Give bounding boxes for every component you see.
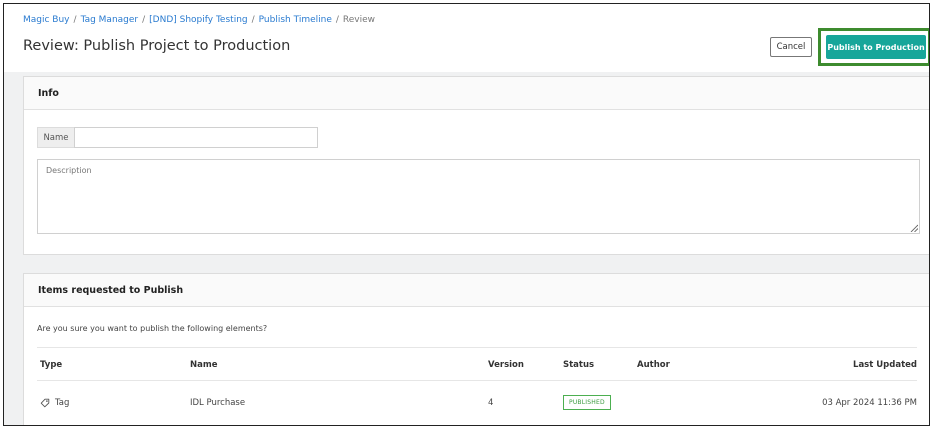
item-last-updated: 03 Apr 2024 11:36 PM [822, 398, 917, 408]
breadcrumb-magic-buy[interactable]: Magic Buy [23, 15, 70, 25]
type-label: Tag [55, 398, 70, 408]
breadcrumb-separator: / [251, 15, 255, 25]
description-textarea[interactable] [37, 159, 920, 234]
breadcrumb-project[interactable]: [DND] Shopify Testing [149, 15, 247, 25]
column-header-type: Type [40, 360, 63, 370]
item-name: IDL Purchase [190, 398, 246, 408]
resize-handle-icon[interactable] [910, 224, 918, 232]
main-content: Info Name Items requested to Publish Are… [4, 72, 929, 425]
column-header-version: Version [488, 360, 524, 370]
page-title: Review: Publish Project to Production [23, 38, 291, 54]
items-panel: Items requested to Publish Are you sure … [23, 273, 929, 425]
status-badge: PUBLISHED [563, 395, 611, 410]
column-header-last-updated: Last Updated [853, 360, 917, 370]
cancel-button[interactable]: Cancel [770, 37, 812, 57]
column-header-author: Author [637, 360, 670, 370]
page-header: Magic Buy / Tag Manager / [DND] Shopify Test… [4, 4, 929, 72]
breadcrumb-current: Review [342, 15, 376, 25]
publish-to-production-button[interactable]: Publish to Production [826, 35, 926, 59]
breadcrumb: Magic Buy / Tag Manager / [DND] Shopify Test… [23, 15, 375, 25]
breadcrumb-separator: / [335, 15, 339, 25]
table-header: Type Name Version Status Author Last Upd… [37, 347, 917, 381]
tag-icon [40, 398, 50, 408]
items-heading: Items requested to Publish [24, 274, 929, 307]
name-field-group: Name [37, 127, 318, 148]
breadcrumb-tag-manager[interactable]: Tag Manager [81, 15, 139, 25]
breadcrumb-separator: / [73, 15, 77, 25]
column-header-name: Name [190, 360, 218, 370]
breadcrumb-separator: / [142, 15, 146, 25]
info-heading: Info [24, 77, 929, 110]
confirm-message: Are you sure you want to publish the fol… [37, 324, 268, 333]
name-input[interactable] [74, 127, 318, 148]
table-row[interactable]: Tag IDL Purchase 4 PUBLISHED 03 Apr 2024… [37, 381, 917, 423]
name-label: Name [37, 127, 74, 148]
items-table: Type Name Version Status Author Last Upd… [37, 347, 917, 423]
column-header-status: Status [563, 360, 595, 370]
app-frame: Magic Buy / Tag Manager / [DND] Shopify Test… [3, 3, 930, 426]
type-cell: Tag [40, 398, 69, 408]
breadcrumb-publish-timeline[interactable]: Publish Timeline [259, 15, 332, 25]
item-version: 4 [488, 398, 494, 408]
info-panel: Info Name [23, 76, 929, 255]
